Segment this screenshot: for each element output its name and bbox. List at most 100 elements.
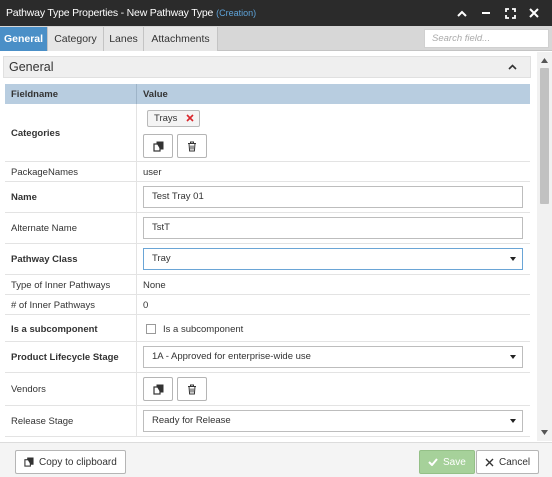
search-input[interactable] xyxy=(424,29,549,48)
subcomponent-checkbox[interactable] xyxy=(146,324,156,334)
minimize-icon xyxy=(482,12,490,14)
check-icon xyxy=(428,458,438,466)
row-pathway-class: Pathway Class Tray xyxy=(5,244,530,275)
close-window-button[interactable] xyxy=(522,0,546,26)
scroll-up-button[interactable] xyxy=(537,54,552,67)
close-icon xyxy=(529,8,539,18)
row-divider xyxy=(136,182,137,212)
collapse-window-button[interactable] xyxy=(450,0,474,26)
row-divider xyxy=(136,275,137,294)
delete-vendors-button[interactable] xyxy=(177,377,207,401)
field-label: Release Stage xyxy=(11,416,74,427)
row-type-inner-pathways: Type of Inner Pathways None xyxy=(5,275,530,295)
row-packagenames: PackageNames user xyxy=(5,162,530,182)
category-chip: Trays xyxy=(147,110,201,127)
lifecycle-stage-select[interactable]: 1A - Approved for enterprise-wide use xyxy=(143,346,523,368)
row-divider xyxy=(136,373,137,405)
chevron-down-icon xyxy=(510,355,516,359)
chevron-up-icon xyxy=(507,64,517,70)
field-label: # of Inner Pathways xyxy=(11,300,95,311)
num-inner-value: 0 xyxy=(143,300,149,311)
copy-to-clipboard-label: Copy to clipboard xyxy=(39,456,117,468)
expand-icon xyxy=(504,7,516,19)
save-label: Save xyxy=(443,456,466,468)
copy-vendors-button[interactable] xyxy=(143,377,173,401)
row-divider xyxy=(136,213,137,243)
delete-categories-button[interactable] xyxy=(177,134,207,158)
window-title: Pathway Type Properties - New Pathway Ty… xyxy=(6,7,214,19)
field-label: Product Lifecycle Stage xyxy=(11,352,119,363)
chevron-down-icon xyxy=(510,257,516,261)
row-subcomponent: Is a subcomponent Is a subcomponent xyxy=(5,315,530,342)
tab-category[interactable]: Category xyxy=(48,27,104,51)
row-lifecycle-stage: Product Lifecycle Stage 1A - Approved fo… xyxy=(5,342,530,373)
remove-chip-icon[interactable] xyxy=(185,113,195,123)
save-button[interactable]: Save xyxy=(419,450,475,474)
chevron-up-icon xyxy=(457,10,467,17)
row-divider xyxy=(136,406,137,436)
chevron-down-icon xyxy=(510,419,516,423)
copy-icon xyxy=(152,384,163,395)
row-divider xyxy=(136,342,137,372)
tab-lanes[interactable]: Lanes xyxy=(104,27,144,51)
tab-attachments[interactable]: Attachments xyxy=(144,27,218,51)
field-label: Alternate Name xyxy=(11,223,78,234)
row-alternate-name: Alternate Name TstT xyxy=(5,213,530,244)
window-controls xyxy=(450,0,546,26)
row-name: Name Test Tray 01 xyxy=(5,182,530,213)
dialog-footer: Copy to clipboard Save Cancel xyxy=(0,442,552,477)
field-label: Type of Inner Pathways xyxy=(11,280,111,291)
pathway-class-select[interactable]: Tray xyxy=(143,248,523,270)
lifecycle-stage-value: 1A - Approved for enterprise-wide use xyxy=(152,351,311,362)
window-titlebar: Pathway Type Properties - New Pathway Ty… xyxy=(0,0,552,26)
vertical-scrollbar[interactable] xyxy=(537,52,552,441)
row-divider xyxy=(136,244,137,274)
subcomponent-checkbox-label[interactable]: Is a subcomponent xyxy=(163,324,243,335)
field-label: Is a subcomponent xyxy=(11,324,98,335)
scroll-down-button[interactable] xyxy=(537,426,552,439)
tab-bar: General Category Lanes Attachments xyxy=(0,26,552,51)
trash-icon xyxy=(188,141,196,151)
section-title: General xyxy=(9,60,54,74)
row-num-inner-pathways: # of Inner Pathways 0 xyxy=(5,295,530,315)
pathway-class-value: Tray xyxy=(152,253,171,264)
release-stage-value: Ready for Release xyxy=(152,415,231,426)
alternate-name-input[interactable]: TstT xyxy=(143,217,523,239)
row-divider xyxy=(136,315,137,341)
type-inner-value: None xyxy=(143,280,166,291)
minimize-button[interactable] xyxy=(474,0,498,26)
properties-panel: General Fieldname Value Categories Trays xyxy=(0,52,552,441)
field-label: PackageNames xyxy=(11,167,79,178)
field-label: Name xyxy=(11,192,37,203)
row-divider xyxy=(136,295,137,314)
packagenames-value: user xyxy=(143,167,162,178)
arrow-down-icon xyxy=(541,430,548,435)
scrollbar-thumb[interactable] xyxy=(540,68,549,204)
collapse-section-button[interactable] xyxy=(504,59,520,75)
release-stage-select[interactable]: Ready for Release xyxy=(143,410,523,432)
column-value: Value xyxy=(143,89,168,100)
clipboard-icon xyxy=(24,457,34,467)
row-divider xyxy=(136,162,137,181)
column-fieldname: Fieldname xyxy=(11,89,58,100)
row-categories: Categories Trays xyxy=(5,104,530,162)
cancel-button[interactable]: Cancel xyxy=(476,450,540,474)
arrow-up-icon xyxy=(541,58,548,63)
table-header: Fieldname Value xyxy=(5,84,530,104)
close-icon xyxy=(485,458,494,467)
copy-to-clipboard-button[interactable]: Copy to clipboard xyxy=(15,450,126,474)
trash-icon xyxy=(188,384,196,394)
cancel-label: Cancel xyxy=(499,456,531,468)
window-subtitle: (Creation) xyxy=(216,8,257,18)
name-input[interactable]: Test Tray 01 xyxy=(143,186,523,208)
maximize-button[interactable] xyxy=(498,0,522,26)
chip-label: Trays xyxy=(154,113,178,124)
section-header-general: General xyxy=(3,56,531,78)
row-release-stage: Release Stage Ready for Release xyxy=(5,406,530,437)
tab-general[interactable]: General xyxy=(0,27,48,51)
column-divider xyxy=(136,84,137,104)
field-label: Pathway Class xyxy=(11,254,78,265)
copy-icon xyxy=(152,141,163,152)
copy-categories-button[interactable] xyxy=(143,134,173,158)
row-divider xyxy=(136,104,137,161)
